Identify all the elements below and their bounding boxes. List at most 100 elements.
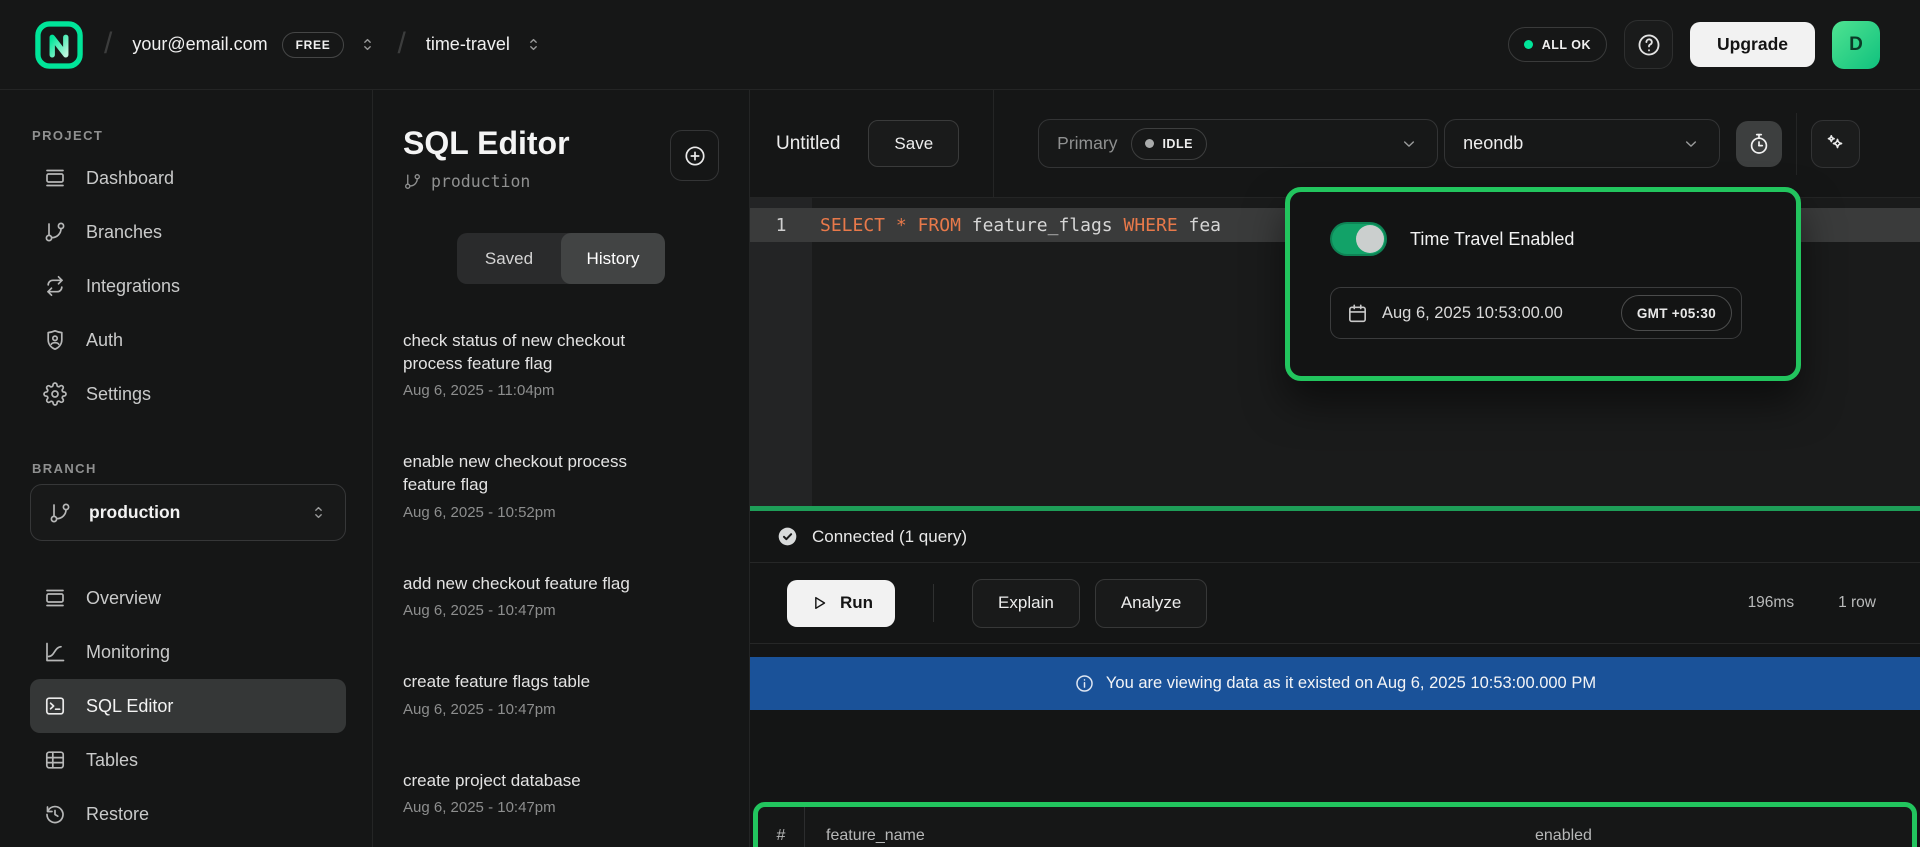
tables-icon — [43, 748, 67, 772]
timezone-badge: GMT +05:30 — [1621, 295, 1732, 331]
editor-tab-title[interactable]: Untitled — [776, 133, 840, 155]
toolbar-divider — [993, 90, 994, 197]
idle-dot — [1145, 139, 1154, 148]
sidebar-item-overview[interactable]: Overview — [30, 571, 346, 625]
new-query-button[interactable] — [670, 130, 719, 181]
sql-editor-icon — [43, 694, 67, 718]
time-travel-toggle[interactable] — [1330, 222, 1387, 256]
branch-selector[interactable]: production — [30, 484, 346, 541]
database-dropdown[interactable]: neondb — [1444, 119, 1720, 168]
help-button[interactable] — [1624, 20, 1673, 69]
time-travel-popup: Time Travel Enabled Aug 6, 2025 10:53:00… — [1285, 187, 1801, 381]
restore-icon — [43, 802, 67, 826]
panel-branch-name: production — [431, 172, 530, 191]
nav-item-label: SQL Editor — [86, 696, 173, 717]
analyze-button[interactable]: Analyze — [1095, 579, 1207, 628]
connection-status: Connected (1 query) — [750, 511, 1920, 563]
compute-dropdown[interactable]: Primary IDLE — [1038, 119, 1438, 168]
datetime-field[interactable]: Aug 6, 2025 10:53:00.00 GMT +05:30 — [1330, 287, 1742, 339]
nav-item-label: Dashboard — [86, 168, 174, 189]
tab-history[interactable]: History — [561, 233, 665, 284]
history-item[interactable]: check status of new checkout process fea… — [403, 330, 652, 399]
nav-item-label: Overview — [86, 588, 161, 609]
run-button[interactable]: Run — [787, 580, 895, 627]
connection-status-text: Connected (1 query) — [812, 527, 967, 547]
calendar-icon — [1346, 302, 1369, 325]
sql-token — [907, 215, 918, 236]
settings-icon — [43, 382, 67, 406]
results-table: #feature_nameenabled 1new_checkout_proce… — [753, 802, 1917, 847]
actions-divider — [933, 584, 934, 622]
history-item[interactable]: add new checkout feature flag Aug 6, 2025… — [403, 573, 652, 620]
sidebar-item-tables[interactable]: Tables — [30, 733, 346, 787]
status-pill[interactable]: ALL OK — [1508, 27, 1607, 62]
explain-button[interactable]: Explain — [972, 579, 1080, 628]
save-button[interactable]: Save — [868, 120, 959, 167]
ai-assist-button[interactable] — [1811, 120, 1860, 168]
tab-saved[interactable]: Saved — [457, 233, 561, 284]
avatar[interactable]: D — [1832, 21, 1880, 69]
branch-section-label: BRANCH — [32, 461, 346, 476]
project-section-label: PROJECT — [32, 128, 346, 143]
sidebar-item-integrations[interactable]: Integrations — [30, 259, 346, 313]
compute-status-text: IDLE — [1162, 137, 1192, 151]
nav-item-label: Branches — [86, 222, 162, 243]
nav-item-label: Auth — [86, 330, 123, 351]
time-travel-banner: You are viewing data as it existed on Au… — [750, 657, 1920, 710]
chevrons-up-down-icon — [309, 503, 328, 522]
run-label: Run — [840, 593, 873, 613]
compute-label: Primary — [1057, 133, 1117, 154]
line-number: 1 — [750, 215, 812, 236]
sidebar: PROJECT Dashboard Branches Integrations Aut… — [0, 90, 373, 847]
branch-icon — [48, 501, 72, 525]
history-item-title: create feature flags table — [403, 671, 652, 694]
history-item-date: Aug 6, 2025 - 10:52pm — [403, 504, 652, 521]
sql-token: WHERE — [1123, 215, 1177, 236]
sql-token: FROM — [918, 215, 961, 236]
chevrons-up-down-icon[interactable] — [524, 35, 543, 54]
sql-query-text: SELECT * FROM feature_flags WHERE fea — [812, 215, 1221, 236]
sidebar-item-restore[interactable]: Restore — [30, 787, 346, 841]
account-breadcrumb[interactable]: your@email.com FREE — [132, 32, 377, 58]
history-item-date: Aug 6, 2025 - 10:47pm — [403, 701, 652, 718]
history-item[interactable]: enable new checkout process feature flag… — [403, 451, 652, 520]
upgrade-button[interactable]: Upgrade — [1690, 22, 1815, 67]
sidebar-item-dashboard[interactable]: Dashboard — [30, 151, 346, 205]
sidebar-item-branches[interactable]: Branches — [30, 205, 346, 259]
nav-item-label: Tables — [86, 750, 138, 771]
history-item-title: add new checkout feature flag — [403, 573, 652, 596]
plan-badge: FREE — [282, 32, 345, 58]
sql-editor-panel: SQL Editor production Saved History chec… — [373, 90, 750, 847]
sidebar-item-auth[interactable]: Auth — [30, 313, 346, 367]
nav-item-label: Monitoring — [86, 642, 170, 663]
query-actions: Run Explain Analyze 196ms 1 row — [750, 563, 1920, 644]
project-breadcrumb[interactable]: time-travel — [426, 34, 543, 55]
branches-icon — [43, 220, 67, 244]
chevrons-up-down-icon[interactable] — [358, 35, 377, 54]
check-circle-icon — [776, 525, 799, 548]
sidebar-item-monitoring[interactable]: Monitoring — [30, 625, 346, 679]
neon-console: / your@email.com FREE / time-travel ALL … — [0, 0, 1920, 847]
panel-title: SQL Editor — [403, 126, 570, 161]
main-toolbar: Untitled Save Primary IDLE neondb — [750, 90, 1920, 198]
sql-token: * — [896, 215, 907, 236]
branch-icon — [403, 172, 422, 191]
sidebar-item-settings[interactable]: Settings — [30, 367, 346, 421]
info-icon — [1074, 673, 1095, 694]
time-travel-button[interactable] — [1736, 121, 1782, 167]
history-item-title: enable new checkout process feature flag — [403, 451, 652, 496]
project-nav: Dashboard Branches Integrations Auth Setting… — [30, 151, 346, 421]
nav-item-label: Settings — [86, 384, 151, 405]
auth-icon — [43, 328, 67, 352]
sql-token: fea — [1178, 215, 1221, 236]
neon-logo[interactable] — [34, 20, 84, 70]
history-item[interactable]: create feature flags table Aug 6, 2025 - … — [403, 671, 652, 718]
history-item[interactable]: create project databaseAug 6, 2025 - 10:… — [403, 770, 652, 817]
database-label: neondb — [1463, 133, 1523, 154]
chevron-down-icon — [1399, 134, 1419, 154]
datetime-value: Aug 6, 2025 10:53:00.00 — [1382, 304, 1608, 323]
history-item-date: Aug 6, 2025 - 10:47pm — [403, 602, 652, 619]
sidebar-item-sql-editor[interactable]: SQL Editor — [30, 679, 346, 733]
editor-gutter — [750, 198, 812, 506]
saved-history-tabs: Saved History — [457, 233, 665, 284]
